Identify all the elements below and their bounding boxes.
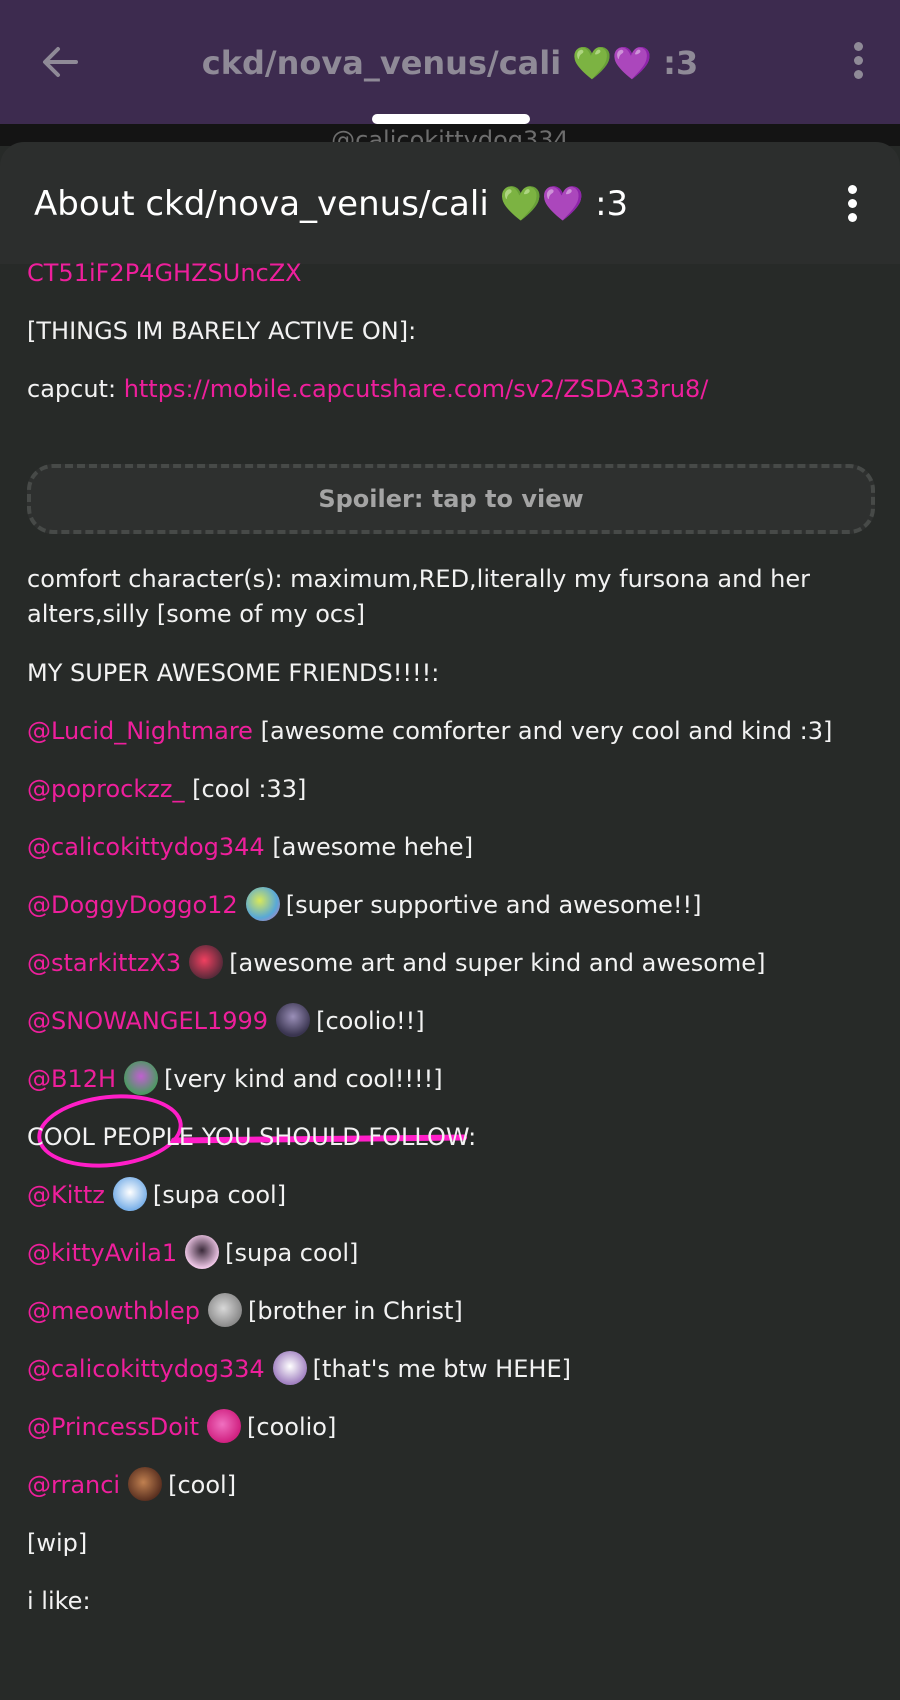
about-title: About ckd/nova_venus/cali 💚💜 :3 (34, 184, 629, 224)
spoiler-button[interactable]: Spoiler: tap to view (27, 464, 875, 534)
mention-link[interactable]: @meowthblep (27, 1297, 200, 1325)
follow-note: [supa cool] (152, 1181, 287, 1209)
follow-row: @meowthblep [brother in Christ] (27, 1293, 463, 1329)
friend-row: @starkittzX3 [awesome art and super kind … (27, 945, 766, 981)
wip-text: [wip] (27, 1529, 88, 1557)
friend-note: [awesome comforter and very cool and kin… (260, 717, 833, 745)
chat-title: ckd/nova_venus/cali 💚💜 :3 (201, 44, 699, 82)
follow-heading: COOL PEOPLE YOU SHOULD FOLLOW: (27, 1123, 477, 1151)
follow-note: [cool] (168, 1471, 237, 1499)
mention-link[interactable]: @rranci (27, 1471, 120, 1499)
mention-link[interactable]: @B12H (27, 1065, 116, 1093)
capcut-link[interactable]: https://mobile.capcutshare.com/sv2/ZSDA3… (124, 375, 709, 403)
i-like-text: i like: (27, 1587, 91, 1615)
capcut-label: capcut: (27, 375, 117, 403)
follow-row: @Kittz [supa cool] (27, 1177, 287, 1213)
friend-note: [coolio!!] (316, 1007, 425, 1035)
follow-note: [supa cool] (225, 1239, 359, 1267)
avatar[interactable] (112, 1177, 147, 1211)
follow-row: @calicokittydog334 [that's me btw HEHE] (27, 1351, 571, 1387)
friend-note: [awesome art and super kind and awesome] (229, 949, 766, 977)
more-vertical-icon[interactable] (844, 42, 872, 86)
comfort-line-1: comfort character(s): maximum,RED,litera… (27, 565, 811, 593)
friend-row: @calicokittydog344 [awesome hehe] (27, 830, 473, 864)
capcut-line: capcut: https://mobile.capcutshare.com/s… (27, 372, 708, 406)
friend-row: @DoggyDoggo12 [super supportive and aweso… (27, 887, 702, 923)
follow-note: [coolio] (247, 1413, 337, 1441)
mention-link[interactable]: @PrincessDoit (27, 1413, 199, 1441)
mention-link[interactable]: @calicokittydog334 (27, 1355, 265, 1383)
mention-link[interactable]: @Kittz (27, 1181, 105, 1209)
about-sheet-header: About ckd/nova_venus/cali 💚💜 :3 (0, 142, 900, 264)
friends-heading: MY SUPER AWESOME FRIENDS!!!!: (27, 659, 440, 687)
friend-note: [awesome hehe] (272, 833, 474, 861)
mention-link[interactable]: @starkittzX3 (27, 949, 181, 977)
mention-link[interactable]: @kittyAvila1 (27, 1239, 177, 1267)
avatar[interactable] (276, 1003, 311, 1037)
follow-row: @PrincessDoit [coolio] (27, 1409, 337, 1445)
top-app-bar: ckd/nova_venus/cali 💚💜 :3 (0, 0, 900, 124)
friend-row: @Lucid_Nightmare [awesome comforter and … (27, 714, 832, 748)
mention-link[interactable]: @SNOWANGEL1999 (27, 1007, 268, 1035)
mention-link[interactable]: @DoggyDoggo12 (27, 891, 238, 919)
friend-row: @SNOWANGEL1999 [coolio!!] (27, 1003, 425, 1039)
follow-note: [brother in Christ] (247, 1297, 463, 1325)
follow-row: @kittyAvila1 [supa cool] (27, 1235, 359, 1271)
mention-link[interactable]: @poprockzz_ (27, 775, 184, 803)
avatar[interactable] (207, 1409, 242, 1443)
follow-note: [that's me btw HEHE] (312, 1355, 571, 1383)
cut-link[interactable]: CT51iF2P4GHZSUncZX (27, 256, 302, 290)
mention-link[interactable]: @Lucid_Nightmare (27, 717, 253, 745)
avatar[interactable] (245, 887, 280, 921)
friend-note: [very kind and cool!!!!] (164, 1065, 443, 1093)
sheet-drag-handle[interactable] (372, 114, 530, 124)
avatar[interactable] (185, 1235, 220, 1269)
avatar[interactable] (189, 945, 224, 979)
avatar[interactable] (128, 1467, 163, 1501)
barely-active-heading: [THINGS IM BARELY ACTIVE ON]: (27, 317, 417, 345)
friend-note: [super supportive and awesome!!] (285, 891, 702, 919)
comfort-line-2: alters,silly [some of my ocs] (27, 600, 365, 628)
mention-link[interactable]: @calicokittydog344 (27, 833, 265, 861)
avatar[interactable] (124, 1061, 159, 1095)
follow-row: @rranci [cool] (27, 1467, 237, 1503)
avatar[interactable] (207, 1293, 242, 1327)
sheet-more-vertical-icon[interactable] (840, 185, 864, 229)
avatar[interactable] (272, 1351, 307, 1385)
friend-row: @poprockzz_ [cool :33] (27, 772, 306, 806)
friend-note: [cool :33] (192, 775, 307, 803)
friend-row: @B12H [very kind and cool!!!!] (27, 1061, 443, 1097)
